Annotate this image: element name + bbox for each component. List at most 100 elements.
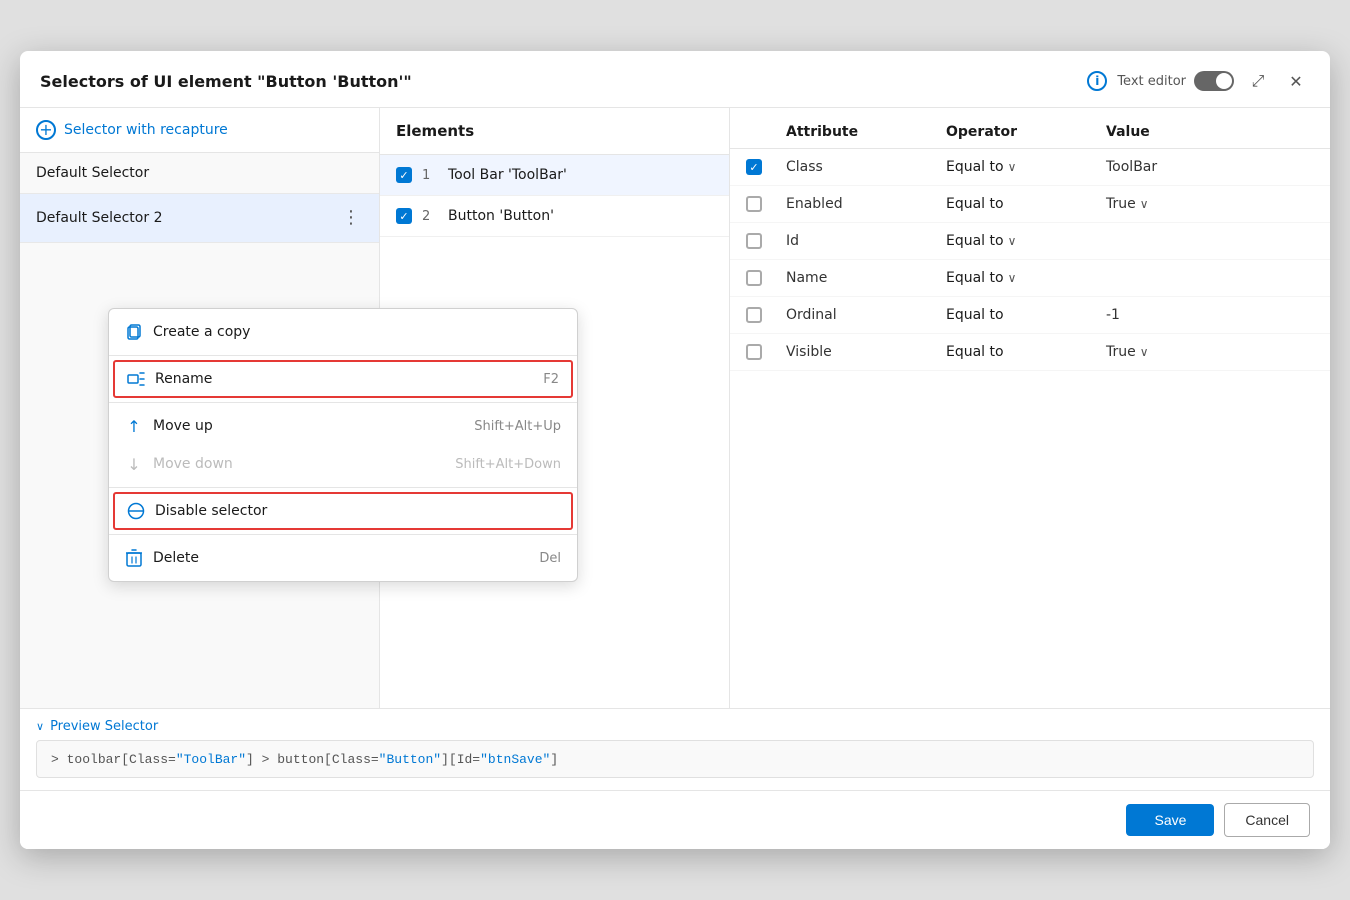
element-1-name: Tool Bar 'ToolBar' — [448, 167, 567, 183]
attr-name-name: Name — [786, 270, 946, 286]
dialog-body: + Selector with recapture Default Select… — [20, 108, 1330, 708]
attr-visible-value: True — [1106, 344, 1136, 360]
attr-id-operator-chevron[interactable]: ∨ — [1008, 234, 1017, 248]
preview-code-gray4: ] — [550, 752, 558, 767]
attr-id-checkbox[interactable] — [746, 233, 762, 249]
attr-header-value: Value — [1106, 124, 1314, 140]
selector-item-1[interactable]: Default Selector — [20, 153, 379, 194]
attr-name-operator-text: Equal to — [946, 270, 1004, 286]
selector-item-1-name: Default Selector — [36, 165, 149, 181]
menu-item-move-down-left: ↓ Move down — [125, 455, 233, 473]
element-1-checkbox[interactable] — [396, 167, 412, 183]
attributes-table: Attribute Operator Value Class Equal to … — [730, 108, 1330, 708]
attr-enabled-value-chevron[interactable]: ∨ — [1140, 197, 1149, 211]
attr-ordinal-name: Ordinal — [786, 307, 946, 323]
attr-name-operator: Equal to ∨ — [946, 270, 1106, 286]
menu-item-move-up-shortcut: Shift+Alt+Up — [474, 419, 561, 434]
attr-class-value: ToolBar — [1106, 159, 1314, 175]
menu-item-copy-left: Create a copy — [125, 323, 250, 341]
info-icon[interactable]: i — [1087, 71, 1107, 91]
element-row-2[interactable]: 2 Button 'Button' — [380, 196, 729, 237]
menu-item-move-down-shortcut: Shift+Alt+Down — [455, 457, 561, 472]
attr-class-operator-chevron[interactable]: ∨ — [1008, 160, 1017, 174]
attr-class-name: Class — [786, 159, 946, 175]
attr-visible-name: Visible — [786, 344, 946, 360]
context-menu: Create a copy — [108, 308, 578, 582]
menu-item-delete[interactable]: Delete Del — [109, 539, 577, 577]
add-selector-button[interactable]: + Selector with recapture — [20, 108, 379, 153]
menu-divider-1 — [109, 355, 577, 356]
menu-item-copy-label: Create a copy — [153, 324, 250, 340]
attr-header-check — [746, 124, 786, 140]
attr-enabled-checkbox[interactable] — [746, 196, 762, 212]
expand-icon[interactable]: ⤢ — [1244, 67, 1272, 95]
attr-name-checkbox[interactable] — [746, 270, 762, 286]
attr-enabled-value: True — [1106, 196, 1136, 212]
menu-item-move-up-left: ↑ Move up — [125, 417, 213, 435]
menu-item-copy[interactable]: Create a copy — [109, 313, 577, 351]
menu-item-disable[interactable]: Disable selector — [113, 492, 573, 530]
preview-code-gray3: ][Id= — [441, 752, 480, 767]
attr-ordinal-checkbox[interactable] — [746, 307, 762, 323]
menu-item-disable-left: Disable selector — [127, 502, 267, 520]
element-row-1[interactable]: 1 Tool Bar 'ToolBar' — [380, 155, 729, 196]
attr-visible-value-wrap: True ∨ — [1106, 344, 1314, 360]
menu-item-disable-label: Disable selector — [155, 503, 267, 519]
close-icon[interactable]: ✕ — [1282, 67, 1310, 95]
menu-item-rename-shortcut: F2 — [543, 372, 559, 387]
attr-row-ordinal: Ordinal Equal to -1 — [730, 297, 1330, 334]
trash-icon — [125, 549, 143, 567]
attr-enabled-operator: Equal to — [946, 196, 1106, 212]
attr-name-operator-chevron[interactable]: ∨ — [1008, 271, 1017, 285]
menu-item-delete-shortcut: Del — [539, 551, 561, 566]
element-2-checkbox[interactable] — [396, 208, 412, 224]
attr-class-operator: Equal to ∨ — [946, 159, 1106, 175]
save-button[interactable]: Save — [1126, 804, 1214, 836]
attr-ordinal-operator-text: Equal to — [946, 307, 1004, 323]
selector-item-2-name: Default Selector 2 — [36, 210, 162, 226]
menu-divider-3 — [109, 487, 577, 488]
text-editor-toggle[interactable] — [1194, 71, 1234, 91]
attr-header-row: Attribute Operator Value — [730, 116, 1330, 149]
menu-item-rename-label: Rename — [155, 371, 212, 387]
attr-visible-operator-text: Equal to — [946, 344, 1004, 360]
attr-row-visible: Visible Equal to True ∨ — [730, 334, 1330, 371]
menu-item-delete-left: Delete — [125, 549, 199, 567]
menu-item-move-down[interactable]: ↓ Move down Shift+Alt+Down — [109, 445, 577, 483]
selector-item-2[interactable]: Default Selector 2 ⋮ — [20, 194, 379, 243]
text-editor-label: Text editor — [1117, 74, 1186, 89]
right-panel: Attribute Operator Value Class Equal to … — [730, 108, 1330, 708]
element-2-num: 2 — [422, 209, 438, 224]
preview-box: > toolbar[Class="ToolBar"] > button[Clas… — [36, 740, 1314, 778]
preview-header[interactable]: ∨ Preview Selector — [36, 719, 1314, 734]
attr-class-checkbox[interactable] — [746, 159, 762, 175]
attr-header-attribute: Attribute — [786, 124, 946, 140]
disable-icon — [127, 502, 145, 520]
dialog: Selectors of UI element "Button 'Button'… — [20, 51, 1330, 849]
add-selector-label: Selector with recapture — [64, 122, 228, 138]
preview-code-gray2: ] > button[Class= — [246, 752, 379, 767]
toggle-thumb — [1216, 73, 1232, 89]
cancel-button[interactable]: Cancel — [1224, 803, 1310, 837]
attr-row-id: Id Equal to ∨ — [730, 223, 1330, 260]
menu-item-rename[interactable]: Rename F2 — [113, 360, 573, 398]
rename-icon — [127, 370, 145, 388]
attr-enabled-operator-text: Equal to — [946, 196, 1004, 212]
menu-item-rename-left: Rename — [127, 370, 212, 388]
preview-code-blue3: "btnSave" — [480, 752, 550, 767]
dialog-title: Selectors of UI element "Button 'Button'… — [40, 72, 1077, 91]
add-circle-icon: + — [36, 120, 56, 140]
attr-header-operator: Operator — [946, 124, 1106, 140]
attr-row-name: Name Equal to ∨ — [730, 260, 1330, 297]
selector-item-2-kebab[interactable]: ⋮ — [339, 206, 363, 230]
dialog-footer: Save Cancel — [20, 790, 1330, 849]
menu-divider-2 — [109, 402, 577, 403]
attr-row-enabled: Enabled Equal to True ∨ — [730, 186, 1330, 223]
attr-visible-checkbox[interactable] — [746, 344, 762, 360]
preview-arrow: > — [51, 752, 67, 767]
element-2-name: Button 'Button' — [448, 208, 554, 224]
arrow-up-icon: ↑ — [125, 417, 143, 435]
menu-item-delete-label: Delete — [153, 550, 199, 566]
attr-visible-value-chevron[interactable]: ∨ — [1140, 345, 1149, 359]
menu-item-move-up[interactable]: ↑ Move up Shift+Alt+Up — [109, 407, 577, 445]
